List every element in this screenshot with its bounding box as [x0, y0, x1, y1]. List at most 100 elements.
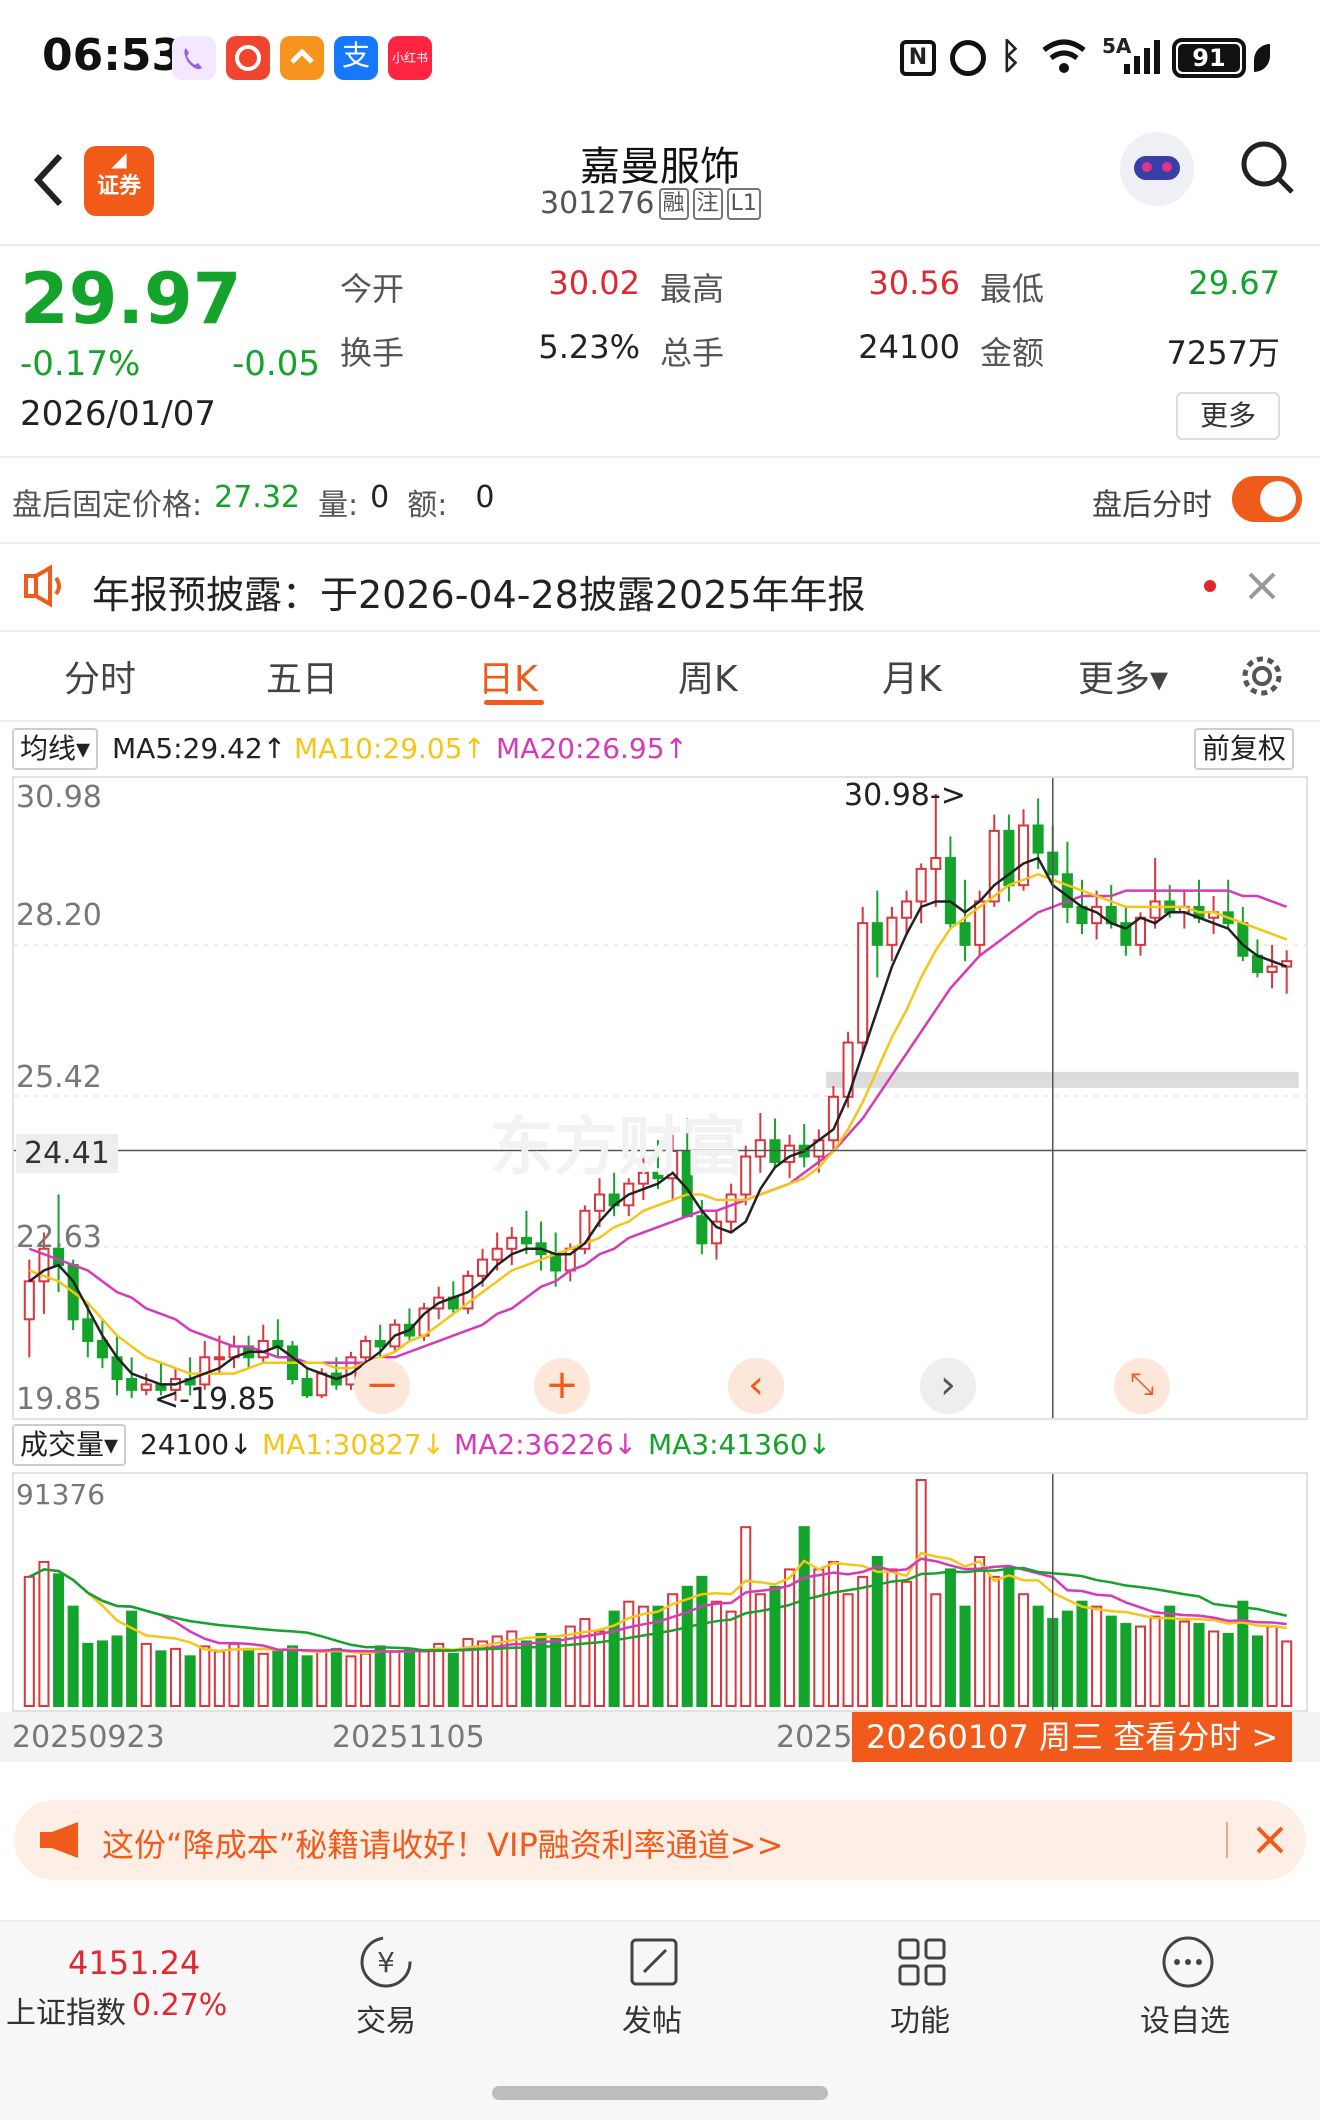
date-label-3: 2025: [776, 1720, 853, 1755]
volume-bar: [710, 1600, 723, 1707]
fullscreen-button[interactable]: ⤡: [1114, 1358, 1170, 1414]
volume-bar: [257, 1652, 269, 1708]
ma-selector[interactable]: 均线▾: [12, 728, 99, 770]
adjust-button[interactable]: 前复权: [1194, 728, 1295, 770]
tab-intraday[interactable]: 分时: [64, 650, 136, 702]
volume-bar: [901, 1580, 913, 1707]
volume-bar: [199, 1645, 211, 1707]
volume-chart[interactable]: 91376: [12, 1472, 1308, 1712]
ad-banner[interactable]: 这份“降成本”秘籍请收好！VIP融资利率通道>>: [14, 1800, 1306, 1880]
tab-monthly-k[interactable]: 月K: [882, 650, 942, 702]
volume-bar: [1032, 1605, 1044, 1708]
notice-bar[interactable]: 年报预披露：于2026-04-28披露2025年年报: [0, 544, 1320, 628]
candle-body: [491, 1247, 503, 1261]
volume-bar: [550, 1637, 562, 1707]
volume-bar: [243, 1647, 255, 1707]
scroll-left-button[interactable]: ‹: [728, 1358, 784, 1414]
volume-bar: [681, 1585, 693, 1707]
wifi-icon: [1040, 34, 1088, 82]
ad-text: 这份“降成本”秘籍请收好！VIP融资利率通道>>: [102, 1826, 784, 1864]
volume-bar: [930, 1593, 942, 1707]
volume-bar: [184, 1655, 196, 1707]
candle-body: [213, 1356, 225, 1361]
candle-body: [1017, 824, 1030, 887]
candle-body: [374, 1340, 386, 1348]
candle-body: [316, 1372, 328, 1397]
volume-bar: [1266, 1625, 1278, 1707]
nav-add-watch-icon[interactable]: [1158, 1932, 1218, 1992]
turnover-label: 换手: [340, 334, 405, 372]
volume-bar: [813, 1568, 825, 1707]
index-value: 4151.24: [68, 1944, 201, 1982]
zoom-out-button[interactable]: −: [354, 1358, 410, 1414]
red-app-icon: [226, 36, 270, 80]
candle-body: [1032, 824, 1044, 854]
after-hours-info: 盘后固定价格: 27.32 量: 0 额: 0: [12, 480, 494, 524]
nav-post-label[interactable]: 发帖: [622, 1996, 682, 2040]
volume-bar: [1003, 1565, 1015, 1707]
alipay-icon: 支: [334, 36, 378, 80]
volume-bar: [1237, 1600, 1249, 1707]
bluetooth-icon: ᛒ: [1000, 36, 1022, 77]
candle-body: [1237, 922, 1249, 957]
candle-body: [857, 922, 869, 1044]
nav-trade-icon[interactable]: ¥: [356, 1932, 416, 1992]
volume-selector[interactable]: 成交量▾: [12, 1424, 127, 1466]
search-button[interactable]: [1238, 138, 1298, 198]
volume-label: 总手: [660, 334, 725, 372]
nav-add-watch-label[interactable]: 设自选: [1140, 1996, 1230, 2040]
nav-function-icon[interactable]: [892, 1932, 952, 1992]
notice-close-button[interactable]: [1242, 566, 1282, 606]
price-axis-min: 19.85: [16, 1382, 102, 1417]
alarm-icon: [950, 40, 986, 76]
speaker-icon: [22, 564, 70, 612]
home-indicator[interactable]: [492, 2086, 828, 2100]
notice-text: 年报预披露：于2026-04-28披露2025年年报: [92, 573, 866, 617]
volume-bar: [286, 1645, 299, 1707]
scroll-right-button[interactable]: ›: [920, 1358, 976, 1414]
candle-body: [944, 857, 956, 925]
volume-bar: [886, 1568, 898, 1707]
nav-function-label[interactable]: 功能: [890, 1996, 950, 2040]
more-button[interactable]: 更多: [1176, 392, 1280, 440]
turnover-value: 5.23%: [538, 328, 640, 366]
tab-more[interactable]: 更多▾: [1078, 650, 1168, 702]
volume-bar: [1105, 1615, 1117, 1707]
volume-bar: [974, 1555, 986, 1707]
volume-value-label: 24100↓: [140, 1428, 253, 1461]
last-price: 29.97: [20, 258, 242, 340]
chart-settings-button[interactable]: [1238, 652, 1286, 700]
stock-code-row: 301276 融 注 L1: [540, 186, 761, 221]
candle-body: [754, 1139, 766, 1158]
nav-post-icon[interactable]: [624, 1932, 684, 1992]
amount-label: 金额: [980, 334, 1045, 372]
zoom-in-button[interactable]: +: [534, 1358, 590, 1414]
after-hours-bar: 盘后固定价格: 27.32 量: 0 额: 0 盘后分时: [0, 458, 1320, 542]
volume-bar: [23, 1575, 35, 1707]
volume-bar: [535, 1632, 547, 1708]
price-chart[interactable]: 东方财富 30.98 28.20 25.42 24.41 22.63 19.85…: [12, 776, 1308, 1420]
volume-bar: [330, 1647, 342, 1707]
volume-bar: [520, 1640, 532, 1707]
volume-bar: [944, 1568, 956, 1707]
index-widget[interactable]: 4151.24 上证指数 0.27%: [0, 1922, 240, 2042]
robot-assistant-icon[interactable]: [1120, 132, 1194, 206]
low-label: 最低: [980, 270, 1045, 308]
volume-bar: [38, 1560, 50, 1708]
tab-weekly-k[interactable]: 周K: [678, 650, 738, 702]
app-logo[interactable]: ◢ 证券: [84, 146, 154, 216]
tab-daily-k[interactable]: 日K: [478, 650, 538, 702]
nav-trade-label[interactable]: 交易: [356, 1996, 416, 2040]
ma20-value: MA20:26.95↑: [496, 732, 688, 765]
battery-level: 91: [1178, 44, 1240, 72]
volume-bar: [82, 1642, 94, 1708]
after-hours-toggle[interactable]: [1232, 476, 1302, 522]
back-button[interactable]: [26, 150, 76, 210]
ad-close-button[interactable]: [1252, 1822, 1288, 1858]
tab-five-day[interactable]: 五日: [266, 650, 338, 702]
candle-body: [988, 829, 1000, 903]
gear-icon: [1242, 656, 1282, 696]
volume-bar: [857, 1575, 869, 1707]
candle-body: [901, 900, 913, 919]
crosshair-date-tip[interactable]: 20260107 周三 查看分时 >: [852, 1712, 1293, 1762]
